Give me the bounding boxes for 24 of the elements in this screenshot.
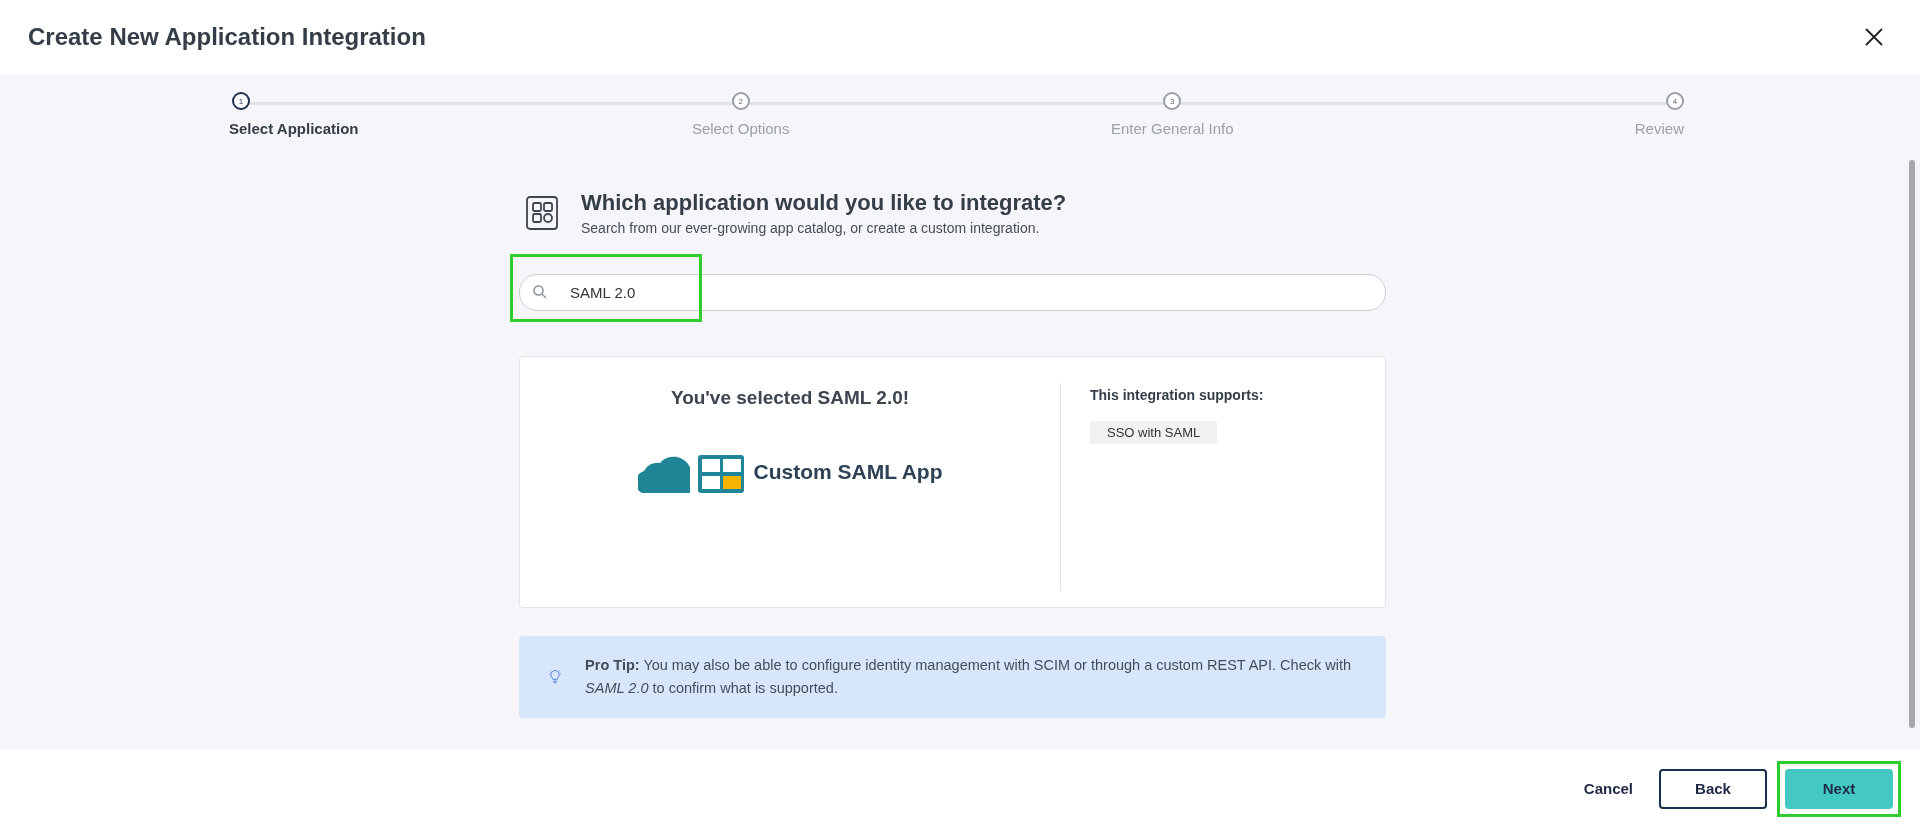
section-subtitle: Search from our ever-growing app catalog, or create a custom integration. — [581, 220, 1041, 236]
step-label: Enter General Info — [1111, 120, 1234, 137]
supports-title: This integration supports: — [1090, 387, 1264, 403]
step-label: Select Options — [691, 120, 790, 137]
step-number: 2 — [731, 92, 750, 110]
feature-tag: SSO with SAML — [1090, 421, 1218, 444]
step-label: Review — [1634, 120, 1684, 137]
cancel-link[interactable]: Cancel — [1575, 768, 1641, 809]
tip-text: Pro Tip: You may also be able to configure identity management with SCIM or through a custom REST API. Check with SAML 2.0 to confirm what is supported. — [585, 656, 1352, 698]
selected-title: You've selected SAML 2.0! — [670, 387, 910, 409]
step-number: 1 — [232, 92, 250, 110]
step-label: Select Application — [229, 120, 359, 137]
step-number: 4 — [1665, 92, 1684, 110]
step-number: 3 — [1163, 92, 1182, 110]
lightbulb-icon — [549, 668, 562, 686]
close-icon[interactable] — [1864, 27, 1884, 47]
search-icon — [533, 285, 547, 299]
action-button[interactable]: Back — [1659, 768, 1767, 809]
apps-grid-icon — [525, 195, 559, 231]
section-heading: Which application would you like to integrate? — [581, 190, 1067, 216]
app-name: Custom SAML App — [753, 460, 943, 484]
action-button[interactable]: Next — [1785, 768, 1893, 809]
search-field[interactable]: SAML 2.0 — [519, 274, 1386, 311]
dialog-title: Create New Application Integration — [28, 23, 426, 51]
